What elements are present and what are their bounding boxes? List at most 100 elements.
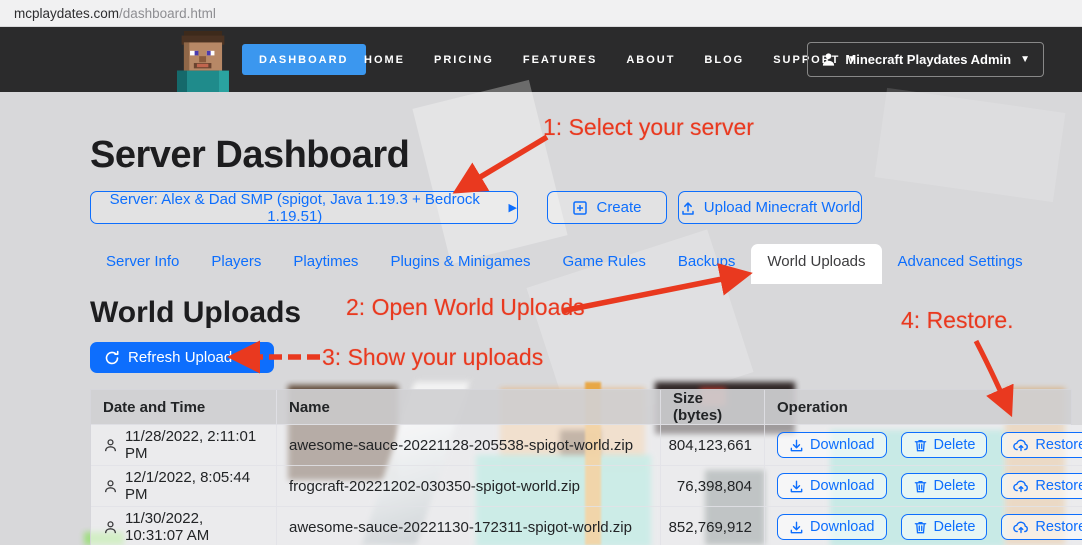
cell-operations: Download Delete Restore [765,507,1082,545]
tab-plugins-minigames[interactable]: Plugins & Minigames [374,244,546,282]
download-icon [789,520,804,535]
nav-link-features[interactable]: FEATURES [523,54,597,66]
upload-button-label: Upload Minecraft World [704,199,860,216]
cloud-upload-icon [1013,519,1029,535]
table-row: 11/30/2022, 10:31:07 AM awesome-sauce-20… [91,507,1071,545]
upload-datetime: 12/1/2022, 8:05:44 PM [125,469,264,503]
cell-datetime: 11/30/2022, 10:31:07 AM [91,507,277,545]
col-header-operation: Operation [765,390,1071,425]
url-domain: mcplaydates.com [14,6,119,21]
uploads-table: Date and Time Name Size (bytes) Operatio… [90,389,1072,545]
delete-button-label: Delete [934,478,976,494]
upload-world-button[interactable]: Upload Minecraft World [678,191,862,224]
trash-icon [913,438,928,453]
plus-square-icon [572,200,588,216]
restore-button[interactable]: Restore [1001,432,1082,458]
col-header-size: Size (bytes) [661,390,765,425]
table-header-row: Date and Time Name Size (bytes) Operatio… [91,390,1071,425]
cell-size: 852,769,912 [661,507,765,545]
nav-link-pricing[interactable]: PRICING [434,54,494,66]
cell-operations: Download Delete Restore [765,466,1082,507]
tab-advanced-settings[interactable]: Advanced Settings [882,244,1039,282]
url-path: /dashboard.html [119,6,216,21]
tab-game-rules[interactable]: Game Rules [547,244,662,282]
dashboard-tabs: Server Info Players Playtimes Plugins & … [90,244,1039,284]
server-select-button[interactable]: Server: Alex & Dad SMP (spigot, Java 1.1… [90,191,518,224]
chevron-down-icon: ▼ [1020,54,1030,65]
download-button[interactable]: Download [777,514,887,540]
steve-avatar-icon [172,31,234,92]
cell-name: awesome-sauce-20221128-205538-spigot-wor… [277,425,661,466]
annotation-step4: 4: Restore. [901,307,1014,334]
restore-button[interactable]: Restore [1001,514,1082,540]
tab-players[interactable]: Players [195,244,277,282]
nav-dashboard-button[interactable]: DASHBOARD [242,44,366,75]
delete-button-label: Delete [934,519,976,535]
main-navbar: DASHBOARD HOME PRICING FEATURES ABOUT BL… [0,27,1082,92]
create-button-label: Create [596,199,641,216]
download-button[interactable]: Download [777,473,887,499]
nav-link-home[interactable]: HOME [364,54,405,66]
person-icon [103,520,118,535]
delete-button-label: Delete [934,437,976,453]
cell-size: 76,398,804 [661,466,765,507]
table-row: 12/1/2022, 8:05:44 PM frogcraft-20221202… [91,466,1071,507]
restore-button-label: Restore [1035,437,1082,453]
section-title: World Uploads [90,296,301,330]
download-button[interactable]: Download [777,432,887,458]
nav-link-about[interactable]: ABOUT [626,54,675,66]
download-button-label: Download [810,519,875,535]
upload-datetime: 11/28/2022, 2:11:01 PM [125,428,264,462]
table-row: 11/28/2022, 2:11:01 PM awesome-sauce-202… [91,425,1071,466]
cell-size: 804,123,661 [661,425,765,466]
refresh-icon [104,350,120,366]
restore-button-label: Restore [1035,519,1082,535]
user-icon [821,52,836,67]
browser-url-bar[interactable]: mcplaydates.com/dashboard.html [0,0,1082,27]
cloud-upload-icon [1013,478,1029,494]
col-header-datetime: Date and Time [91,390,277,425]
arrow-step1 [462,137,547,188]
server-select-label: Server: Alex & Dad SMP (spigot, Java 1.1… [91,191,499,225]
annotation-step2: 2: Open World Uploads [346,294,585,321]
restore-button[interactable]: Restore [1001,473,1082,499]
person-icon [103,479,118,494]
nav-link-blog[interactable]: BLOG [704,54,744,66]
cell-datetime: 11/28/2022, 2:11:01 PM [91,425,277,466]
tab-world-uploads[interactable]: World Uploads [751,244,881,284]
download-icon [789,479,804,494]
trash-icon [913,520,928,535]
tab-backups[interactable]: Backups [662,244,752,282]
page-title: Server Dashboard [90,134,409,177]
background-shape [412,80,567,264]
cell-datetime: 12/1/2022, 8:05:44 PM [91,466,277,507]
delete-button[interactable]: Delete [901,473,988,499]
tab-server-info[interactable]: Server Info [90,244,195,282]
page: mcplaydates.com/dashboard.html DASHBOARD… [0,0,1082,545]
nav-links: HOME PRICING FEATURES ABOUT BLOG SUPPORT… [364,27,859,92]
trash-icon [913,479,928,494]
annotation-step3: 3: Show your uploads [322,344,543,371]
refresh-button-label: Refresh Upload List [128,349,260,366]
admin-account-label: Minecraft Playdates Admin [845,52,1011,67]
delete-button[interactable]: Delete [901,432,988,458]
admin-account-button[interactable]: Minecraft Playdates Admin ▼ [807,42,1044,77]
upload-datetime: 11/30/2022, 10:31:07 AM [125,510,264,544]
create-server-button[interactable]: Create [547,191,667,224]
refresh-upload-list-button[interactable]: Refresh Upload List [90,342,274,373]
tab-playtimes[interactable]: Playtimes [277,244,374,282]
chevron-right-icon: ▶ [509,201,517,214]
cell-name: frogcraft-20221202-030350-spigot-world.z… [277,466,661,507]
cell-operations: Download Delete Restore [765,425,1082,466]
download-button-label: Download [810,478,875,494]
download-icon [789,438,804,453]
restore-button-label: Restore [1035,478,1082,494]
col-header-name: Name [277,390,661,425]
cell-name: awesome-sauce-20221130-172311-spigot-wor… [277,507,661,545]
background-shape [875,88,1066,202]
upload-icon [680,200,696,216]
cloud-upload-icon [1013,437,1029,453]
delete-button[interactable]: Delete [901,514,988,540]
download-button-label: Download [810,437,875,453]
person-icon [103,438,118,453]
